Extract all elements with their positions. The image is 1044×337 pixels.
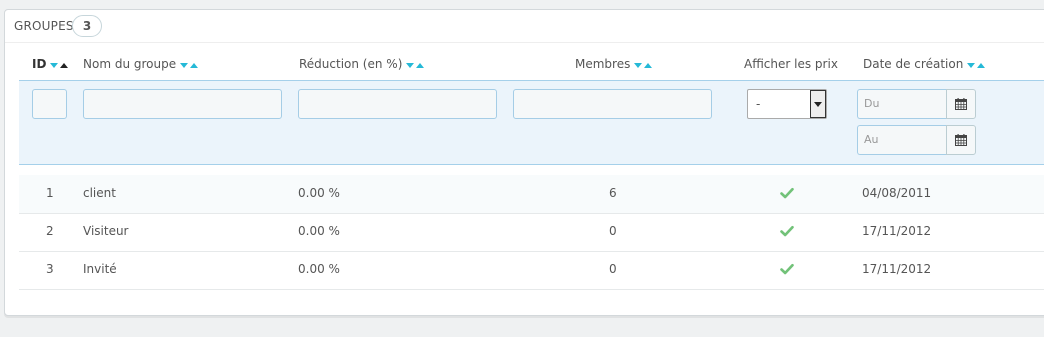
table-row[interactable]: 1 client 0.00 % 6 04/08/2011 <box>19 175 1044 214</box>
header-reduction-label: Réduction (en %) <box>299 57 403 71</box>
filter-row: - Du Au <box>19 80 1044 165</box>
sort-desc-icon[interactable] <box>406 62 415 68</box>
count-badge: 3 <box>72 15 102 37</box>
cell-members: 0 <box>609 262 617 276</box>
cell-name: client <box>83 186 116 200</box>
sort-asc-icon[interactable] <box>644 62 653 68</box>
date-to-input[interactable]: Au <box>857 125 947 155</box>
check-icon[interactable] <box>780 187 794 199</box>
sort-desc-icon[interactable] <box>967 62 976 68</box>
cell-members: 6 <box>609 186 617 200</box>
header-id: ID <box>32 57 69 72</box>
header-reduction: Réduction (en %) <box>299 57 425 72</box>
calendar-icon <box>955 134 967 146</box>
header-date: Date de création <box>863 57 986 72</box>
header-name: Nom du groupe <box>83 57 199 72</box>
filter-show-prices-select[interactable]: - <box>747 89 827 119</box>
table-row[interactable]: 2 Visiteur 0.00 % 0 17/11/2012 <box>19 213 1044 252</box>
select-dropdown-button[interactable] <box>810 90 826 118</box>
panel-title: GROUPES <box>14 19 74 33</box>
cell-id: 3 <box>46 262 54 276</box>
cell-reduction: 0.00 % <box>298 186 340 200</box>
cell-id: 1 <box>46 186 54 200</box>
header-show-prices-label: Afficher les prix <box>744 57 838 71</box>
cell-date: 17/11/2012 <box>862 224 932 238</box>
sort-asc-icon[interactable] <box>416 62 425 68</box>
header-show-prices: Afficher les prix <box>744 57 838 71</box>
cell-id: 2 <box>46 224 54 238</box>
filter-name-input[interactable] <box>83 89 282 119</box>
header-members: Membres <box>575 57 653 72</box>
check-icon[interactable] <box>780 263 794 275</box>
date-to-group: Au <box>857 125 977 155</box>
chevron-down-icon <box>814 102 822 107</box>
date-to-calendar-button[interactable] <box>946 125 976 155</box>
date-from-group: Du <box>857 89 977 119</box>
sort-desc-icon[interactable] <box>50 62 59 68</box>
cell-name: Invité <box>83 262 117 276</box>
select-value: - <box>756 97 761 111</box>
sort-asc-icon[interactable] <box>977 62 986 68</box>
sort-asc-icon[interactable] <box>60 62 69 68</box>
cell-name: Visiteur <box>83 224 129 238</box>
header-id-label: ID <box>32 57 47 71</box>
cell-reduction: 0.00 % <box>298 262 340 276</box>
header-name-label: Nom du groupe <box>83 57 177 71</box>
calendar-icon <box>955 98 967 110</box>
cell-members: 0 <box>609 224 617 238</box>
sort-desc-icon[interactable] <box>180 62 189 68</box>
check-icon[interactable] <box>780 225 794 237</box>
filter-reduction-input[interactable] <box>298 89 497 119</box>
table-row[interactable]: 3 Invité 0.00 % 0 17/11/2012 <box>19 251 1044 290</box>
sort-asc-icon[interactable] <box>190 62 199 68</box>
date-from-calendar-button[interactable] <box>946 89 976 119</box>
date-from-input[interactable]: Du <box>857 89 947 119</box>
cell-date: 17/11/2012 <box>862 262 932 276</box>
cell-date: 04/08/2011 <box>862 186 932 200</box>
panel-heading: GROUPES 3 <box>5 10 1044 43</box>
cell-reduction: 0.00 % <box>298 224 340 238</box>
header-members-label: Membres <box>575 57 631 71</box>
filter-members-input[interactable] <box>513 89 712 119</box>
filter-id-input[interactable] <box>32 89 67 119</box>
header-date-label: Date de création <box>863 57 964 71</box>
sort-desc-icon[interactable] <box>634 62 643 68</box>
